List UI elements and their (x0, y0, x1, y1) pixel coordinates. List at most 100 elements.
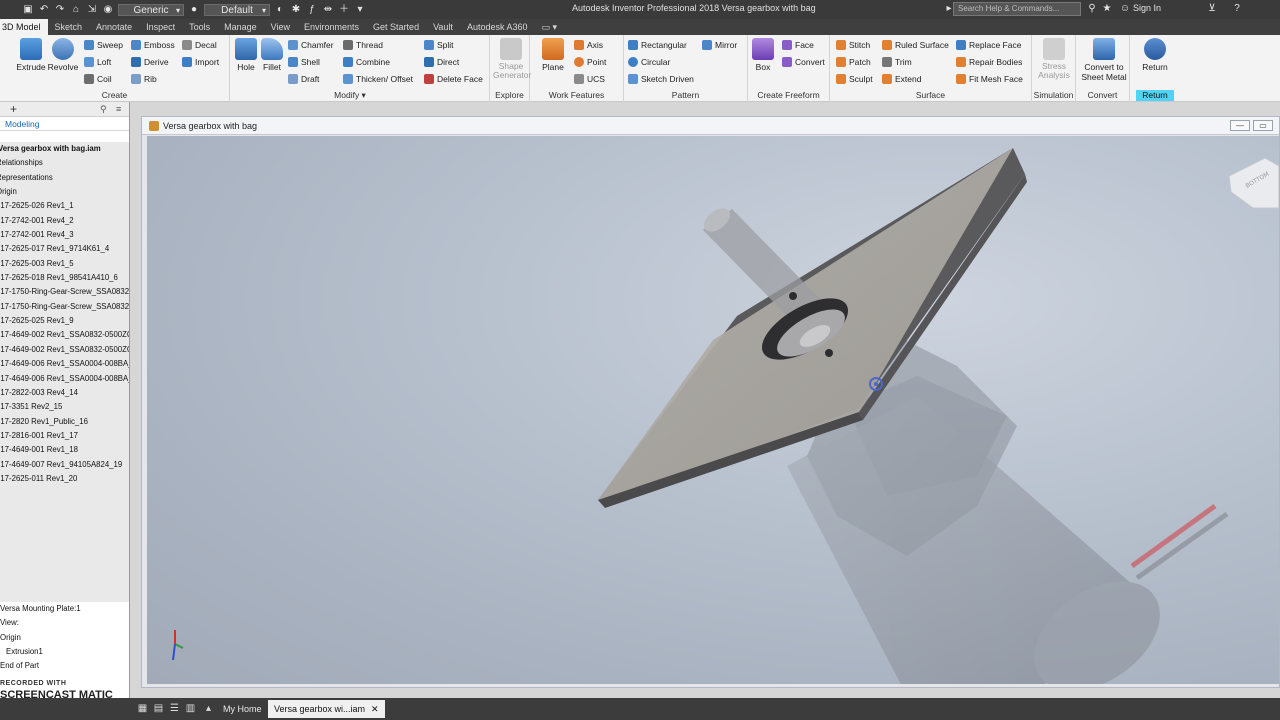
document-menu-icon[interactable]: ▴ (202, 702, 215, 715)
thicken-offset-button[interactable]: Thicken/ Offset (343, 72, 413, 86)
favorites-icon[interactable]: ★ (1100, 2, 1114, 16)
panel-simulation-label[interactable]: Simulation (1032, 90, 1075, 101)
patch-button[interactable]: Patch (836, 55, 871, 69)
emboss-button[interactable]: Emboss (131, 38, 175, 52)
tab-3d-model[interactable]: 3D Model (0, 19, 48, 35)
convert-sheet-metal-button[interactable]: Convert to Sheet Metal (1079, 38, 1129, 82)
browser-node[interactable]: Representations (0, 171, 129, 185)
tab-tools[interactable]: Tools (182, 19, 217, 35)
restore-button[interactable]: ▭ (1253, 120, 1273, 131)
direct-button[interactable]: Direct (424, 55, 459, 69)
horizontal-view-icon[interactable]: ☰ (168, 702, 181, 715)
panel-create-freeform-label[interactable]: Create Freeform (748, 90, 829, 101)
fit-mesh-face-button[interactable]: Fit Mesh Face (956, 72, 1023, 86)
material-icon[interactable]: ◉ (102, 4, 114, 16)
browser-part-node[interactable]: View: (0, 616, 129, 630)
sketch-driven-button[interactable]: Sketch Driven (628, 72, 694, 86)
browser-node[interactable]: 217-2625-026 Rev1_1 (0, 199, 129, 213)
shell-button[interactable]: Shell (288, 55, 320, 69)
browser-node[interactable]: 217-2625-025 Rev1_9 (0, 314, 129, 328)
point-button[interactable]: Point (574, 55, 606, 69)
extend-button[interactable]: Extend (882, 72, 921, 86)
browser-node[interactable]: 217-2822-003 Rev4_14 (0, 386, 129, 400)
add-browser-icon[interactable]: + (10, 102, 17, 117)
viewcube[interactable]: BOTTOM (1228, 157, 1279, 209)
redo-icon[interactable]: ↷ (54, 4, 66, 16)
help-search-input[interactable]: Search Help & Commands... (953, 2, 1081, 16)
customize-icon[interactable]: ▾ (354, 4, 366, 16)
browser-node[interactable]: Relationships (0, 156, 129, 170)
browser-node[interactable]: 217-2742-001 Rev4_2 (0, 214, 129, 228)
mirror-button[interactable]: Mirror (702, 38, 737, 52)
plane-button[interactable]: Plane (538, 38, 568, 72)
minimize-button[interactable]: — (1230, 120, 1250, 131)
ucs-button[interactable]: UCS (574, 72, 605, 86)
ruled-surface-button[interactable]: Ruled Surface (882, 38, 949, 52)
face-button[interactable]: Face (782, 38, 814, 52)
tab-manage[interactable]: Manage (217, 19, 264, 35)
panel-surface-label[interactable]: Surface (830, 90, 1031, 101)
style-dropdown[interactable]: Generic (118, 3, 184, 17)
extrude-button[interactable]: Extrude (15, 38, 47, 72)
hole-button[interactable]: Hole (232, 38, 260, 72)
browser-node[interactable]: 217-2625-018 Rev1_98541A410_6 (0, 271, 129, 285)
browser-part-node[interactable]: Origin (0, 631, 129, 645)
rib-button[interactable]: Rib (131, 72, 157, 86)
cascade-view-icon[interactable]: ▤ (152, 702, 165, 715)
browser-search-icon[interactable]: ⚲ (100, 104, 107, 115)
graphics-viewport[interactable]: BOTTOM (147, 136, 1279, 684)
return-button[interactable]: Return (1136, 38, 1174, 72)
fillet-button[interactable]: Fillet (258, 38, 286, 72)
panel-create-label[interactable]: Create (0, 90, 229, 101)
fx-icon[interactable]: ƒ (306, 4, 318, 16)
tab-inspect[interactable]: Inspect (139, 19, 182, 35)
delete-face-button[interactable]: Delete Face (424, 72, 483, 86)
appearance-dropdown[interactable]: Default (204, 3, 270, 17)
save-icon[interactable]: ▣ (22, 4, 34, 16)
binoculars-icon[interactable]: ⚲ (1085, 2, 1099, 16)
import-button[interactable]: Import (182, 55, 219, 69)
tab-view[interactable]: View (264, 19, 297, 35)
sign-in-link[interactable]: Sign In (1133, 3, 1161, 13)
adjust-icon[interactable]: ✱ (290, 4, 302, 16)
coil-button[interactable]: Coil (84, 72, 112, 86)
browser-part-node[interactable]: Versa Mounting Plate:1 (0, 602, 129, 616)
browser-node[interactable]: 217-1750-Ring-Gear-Screw_SSA0832-050 (0, 300, 129, 314)
tile-view-icon[interactable]: ▦ (136, 702, 149, 715)
tab-vault[interactable]: Vault (426, 19, 460, 35)
panel-return-label[interactable]: Return (1136, 90, 1174, 101)
browser-node[interactable]: 217-3351 Rev2_15 (0, 400, 129, 414)
ribbon-options-icon[interactable]: ▭ ▾ (535, 19, 565, 35)
close-tab-icon[interactable]: ✕ (371, 704, 379, 714)
home-icon[interactable]: ⌂ (70, 4, 82, 16)
select-icon[interactable]: ⇲ (86, 4, 98, 16)
convert-button[interactable]: Convert (782, 55, 825, 69)
derive-button[interactable]: Derive (131, 55, 169, 69)
circular-pattern-button[interactable]: Circular (628, 55, 670, 69)
sculpt-button[interactable]: Sculpt (836, 72, 873, 86)
browser-node[interactable]: 217-4649-002 Rev1_SSA0832-0500ZC_10 (0, 328, 129, 342)
browser-node-assembly[interactable]: Versa gearbox with bag.iam (0, 142, 129, 156)
browser-node[interactable]: 217-2625-003 Rev1_5 (0, 257, 129, 271)
help-icon[interactable]: ? (1230, 2, 1244, 16)
tab-environments[interactable]: Environments (297, 19, 366, 35)
split-button[interactable]: Split (424, 38, 454, 52)
panel-explore-label[interactable]: Explore (490, 90, 529, 101)
draft-button[interactable]: Draft (288, 72, 319, 86)
tab-get-started[interactable]: Get Started (366, 19, 426, 35)
browser-node[interactable]: 217-4649-006 Rev1_SSA0004-008BA_12 (0, 357, 129, 371)
panel-work-features-label[interactable]: Work Features (530, 90, 623, 101)
clear-override-icon[interactable]: ◐ (274, 4, 286, 16)
vertical-view-icon[interactable]: ▥ (184, 702, 197, 715)
tab-autodesk-a360[interactable]: Autodesk A360 (460, 19, 535, 35)
combine-button[interactable]: Combine (343, 55, 390, 69)
browser-tab-modeling[interactable]: Modeling (0, 117, 129, 131)
add-icon[interactable]: ＋ (338, 4, 350, 16)
stitch-button[interactable]: Stitch (836, 38, 870, 52)
replace-face-button[interactable]: Replace Face (956, 38, 1021, 52)
thread-button[interactable]: Thread (343, 38, 383, 52)
browser-node[interactable]: 217-1750-Ring-Gear-Screw_SSA0832-050 (0, 285, 129, 299)
browser-node[interactable]: Origin (0, 185, 129, 199)
sweep-button[interactable]: Sweep (84, 38, 123, 52)
browser-node[interactable]: 217-2625-011 Rev1_20 (0, 472, 129, 486)
